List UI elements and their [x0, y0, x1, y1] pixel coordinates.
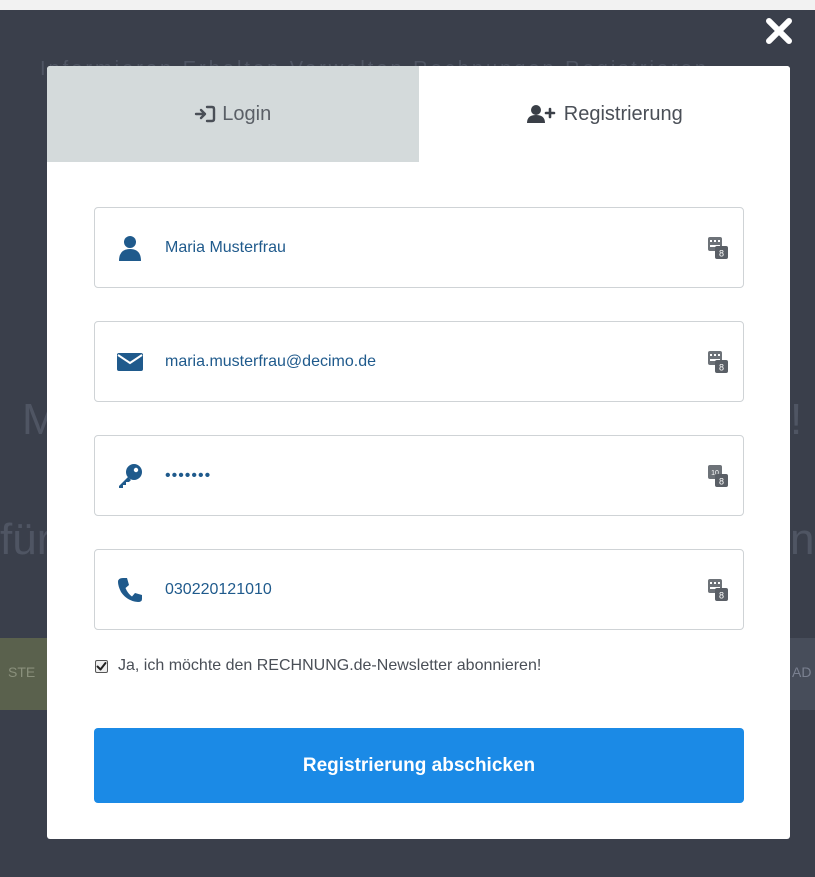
newsletter-label: Ja, ich möchte den RECHNUNG.de-Newslette…	[118, 657, 542, 674]
keyboard-icon: 8	[708, 350, 728, 373]
user-icon	[119, 235, 141, 261]
background-topbar	[0, 0, 815, 10]
newsletter-checkbox[interactable]	[95, 659, 108, 673]
phone-value: 030220121010	[165, 580, 272, 598]
tab-registrierung-label: Registrierung	[563, 102, 683, 125]
svg-text:8: 8	[719, 590, 724, 600]
phone-icon-wrap	[95, 550, 165, 629]
keyboard-icon-wrap: 8	[693, 578, 743, 601]
email-field[interactable]: maria.musterfrau@decimo.de 8	[94, 321, 744, 402]
key-icon-wrap	[95, 436, 165, 515]
user-icon-wrap	[95, 208, 165, 287]
key-icon	[119, 463, 142, 488]
keyboard-icon-wrap: 8	[693, 236, 743, 259]
background-subline-right: n	[790, 515, 815, 564]
email-value: maria.musterfrau@decimo.de	[165, 352, 376, 370]
name-value: Maria Musterfrau	[165, 238, 286, 256]
submit-registration-label: Registrierung abschicken	[302, 754, 536, 776]
background-subline-left: für	[0, 515, 52, 564]
submit-registration-button[interactable]: Registrierung abschicken	[94, 728, 744, 803]
modal-tabs: Login Registrierung	[47, 66, 790, 162]
envelope-icon-wrap	[95, 322, 165, 401]
svg-text:8: 8	[719, 476, 724, 486]
phone-icon	[118, 577, 142, 602]
tab-login[interactable]: Login	[47, 66, 419, 162]
background-band-right-text: AD	[792, 664, 812, 680]
envelope-icon	[117, 352, 143, 371]
name-field[interactable]: Maria Musterfrau 8	[94, 207, 744, 288]
keyboard-icon-wrap: 8	[693, 350, 743, 373]
keyboard-icon: 8	[708, 578, 728, 601]
keyboard-icon: 10 8	[708, 464, 728, 487]
phone-field[interactable]: 030220121010 8	[94, 549, 744, 630]
tab-login-label: Login	[222, 102, 272, 125]
user-plus-icon	[526, 105, 556, 123]
newsletter-option: Ja, ich möchte den RECHNUNG.de-Newslette…	[95, 657, 541, 675]
svg-text:8: 8	[719, 248, 724, 258]
password-value: •••••••	[165, 466, 212, 484]
keyboard-icon: 8	[708, 236, 728, 259]
sign-in-icon	[195, 105, 216, 123]
background-band-left-text: STE	[8, 664, 36, 680]
checkmark-icon	[96, 661, 107, 670]
keyboard-icon-wrap: 10 8	[693, 464, 743, 487]
close-button[interactable]	[762, 14, 796, 48]
password-field[interactable]: ••••••• 10 8	[94, 435, 744, 516]
background-headline-right: !	[790, 395, 803, 444]
tab-registrierung[interactable]: Registrierung	[418, 66, 790, 162]
registration-modal: Login Registrierung Maria Musterfrau 8 m…	[47, 66, 790, 839]
svg-text:8: 8	[719, 362, 724, 372]
close-icon	[766, 18, 792, 44]
